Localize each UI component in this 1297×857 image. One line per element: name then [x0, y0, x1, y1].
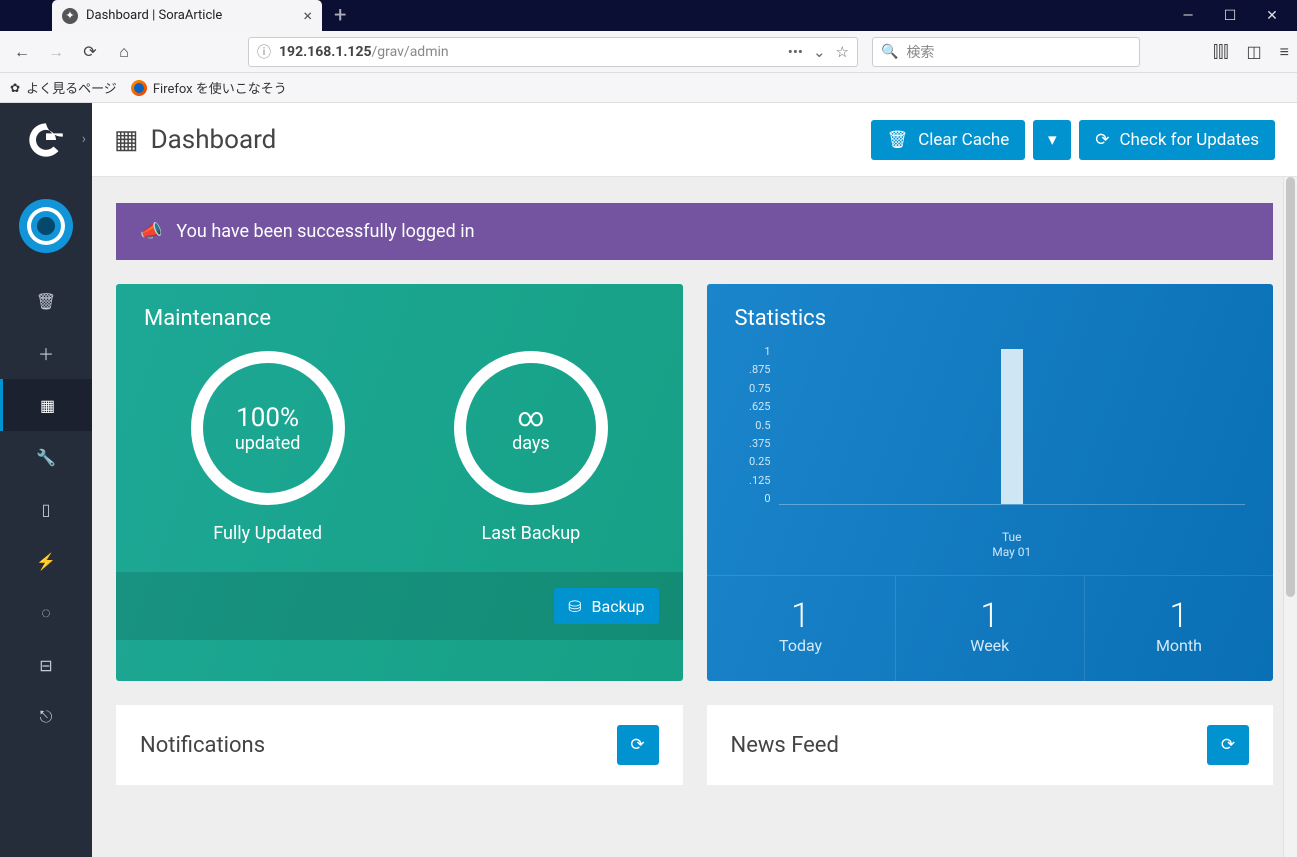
search-icon: 🔍	[881, 44, 898, 60]
library-icon[interactable]: ⫿⫿⫿	[1213, 42, 1228, 62]
back-button[interactable]: ←	[8, 38, 36, 66]
page-actions-icon[interactable]: •••	[788, 43, 803, 61]
content-topbar: ▦ Dashboard 🗑 Clear Cache ▾ ⟳ Check for …	[92, 103, 1297, 177]
chevron-down-icon: ▾	[1048, 130, 1057, 150]
info-icon[interactable]: ⓘ	[257, 42, 271, 62]
maximize-icon[interactable]: ☐	[1223, 8, 1237, 24]
sidebar-item-add[interactable]: ＋	[0, 327, 92, 379]
clear-cache-button[interactable]: 🗑 Clear Cache	[871, 120, 1026, 160]
plus-icon: ＋	[38, 341, 54, 365]
logout-icon: ⎋	[40, 707, 53, 727]
updated-gauge: 100% updated Fully Updated	[191, 351, 345, 544]
statistics-card: Statistics 1.8750.75.6250.5.3750.25.1250…	[707, 284, 1274, 681]
search-bar[interactable]: 🔍 検索	[872, 37, 1140, 67]
sidebar-icon[interactable]: ◫	[1247, 42, 1262, 62]
statistics-chart: 1.8750.75.6250.5.3750.25.1250 TueMay 01	[735, 345, 1246, 531]
trash-icon: 🗑	[887, 130, 909, 150]
database-icon: ⛁	[568, 597, 581, 616]
notifications-title: Notifications	[140, 733, 265, 758]
backup-gauge: ∞ days Last Backup	[454, 351, 608, 544]
backup-button[interactable]: ⛁ Backup	[554, 588, 658, 624]
clear-cache-dropdown[interactable]: ▾	[1033, 120, 1071, 160]
forward-button[interactable]: →	[42, 38, 70, 66]
tab-title: Dashboard | SoraArticle	[86, 8, 222, 23]
statistics-title: Statistics	[707, 284, 1274, 343]
pocket-icon[interactable]: ⌄	[813, 43, 826, 61]
stat-week[interactable]: 1 Week	[895, 576, 1084, 681]
maintenance-card: Maintenance 100% updated Fully Updated ∞	[116, 284, 683, 681]
refresh-icon: ⟳	[630, 735, 644, 755]
home-button[interactable]: ⌂	[110, 38, 138, 66]
notifications-card: Notifications ⟳	[116, 705, 683, 785]
close-window-icon[interactable]: ✕	[1265, 8, 1279, 24]
alert-message: You have been successfully logged in	[176, 221, 474, 242]
check-updates-button[interactable]: ⟳ Check for Updates	[1079, 120, 1275, 160]
close-tab-icon[interactable]: ×	[303, 6, 312, 25]
search-placeholder: 検索	[906, 42, 934, 62]
page-icon: ▯	[42, 500, 51, 519]
plug-icon: ⚡	[36, 552, 56, 571]
vertical-scrollbar[interactable]	[1283, 177, 1297, 857]
address-bar[interactable]: ⓘ 192.168.1.125/grav/admin ••• ⌄ ☆	[248, 37, 858, 67]
bookmark-frequent[interactable]: ✿ よく見るページ	[10, 78, 117, 97]
bookmark-star-icon[interactable]: ☆	[836, 43, 849, 61]
login-success-alert: 📣 You have been successfully logged in	[116, 203, 1273, 260]
reload-button[interactable]: ⟳	[76, 38, 104, 66]
chart-bar	[1001, 349, 1023, 504]
grav-logo[interactable]: ›	[0, 103, 92, 177]
favicon: ✦	[62, 8, 78, 24]
wrench-icon: 🔧	[36, 448, 56, 467]
sidebar-item-logout[interactable]: ⎋	[0, 691, 92, 743]
new-tab-button[interactable]: +	[334, 3, 346, 28]
browser-tab[interactable]: ✦ Dashboard | SoraArticle ×	[52, 0, 322, 31]
sidebar-item-config[interactable]: 🔧	[0, 431, 92, 483]
trash-icon: 🗑	[36, 292, 56, 311]
refresh-news-button[interactable]: ⟳	[1207, 725, 1249, 765]
stat-today[interactable]: 1 Today	[707, 576, 895, 681]
page-title: ▦ Dashboard	[114, 125, 276, 155]
grid-icon: ▦	[40, 396, 55, 415]
megaphone-icon: 📣	[140, 221, 162, 242]
sidebar-item-pages[interactable]: ▯	[0, 483, 92, 535]
refresh-notifications-button[interactable]: ⟳	[617, 725, 659, 765]
maintenance-title: Maintenance	[116, 284, 683, 343]
user-avatar[interactable]	[19, 199, 73, 253]
scroll-thumb[interactable]	[1286, 177, 1295, 597]
gear-icon: ✿	[10, 81, 20, 95]
chevron-right-icon[interactable]: ›	[82, 131, 86, 147]
window-controls: — ☐ ✕	[1181, 8, 1297, 24]
minimize-icon[interactable]: —	[1181, 8, 1195, 24]
refresh-icon: ⟳	[1095, 130, 1109, 150]
refresh-icon: ⟳	[1221, 735, 1235, 755]
window-title-bar: ✦ Dashboard | SoraArticle × + — ☐ ✕	[0, 0, 1297, 31]
drop-icon: ◌	[41, 603, 51, 623]
admin-sidebar: › 🗑 ＋ ▦ 🔧 ▯ ⚡ ◌ ⊟ ⎋	[0, 103, 92, 857]
bookmark-bar: ✿ よく見るページ Firefox を使いこなそう	[0, 73, 1297, 103]
stat-month[interactable]: 1 Month	[1084, 576, 1273, 681]
url-text: 192.168.1.125/grav/admin	[279, 44, 780, 60]
bookmark-firefox-guide[interactable]: Firefox を使いこなそう	[131, 78, 287, 97]
briefcase-icon: ⊟	[39, 656, 52, 675]
sidebar-item-themes[interactable]: ◌	[0, 587, 92, 639]
sidebar-item-dashboard[interactable]: ▦	[0, 379, 92, 431]
sidebar-item-trash[interactable]: 🗑	[0, 275, 92, 327]
news-feed-title: News Feed	[731, 733, 839, 758]
sidebar-item-tools[interactable]: ⊟	[0, 639, 92, 691]
browser-nav-bar: ← → ⟳ ⌂ ⓘ 192.168.1.125/grav/admin ••• ⌄…	[0, 31, 1297, 73]
grid-icon: ▦	[114, 125, 139, 155]
sidebar-item-plugins[interactable]: ⚡	[0, 535, 92, 587]
content-area: ▦ Dashboard 🗑 Clear Cache ▾ ⟳ Check for …	[92, 103, 1297, 857]
menu-icon[interactable]: ≡	[1280, 42, 1289, 62]
firefox-icon	[131, 80, 147, 96]
news-feed-card: News Feed ⟳	[707, 705, 1274, 785]
